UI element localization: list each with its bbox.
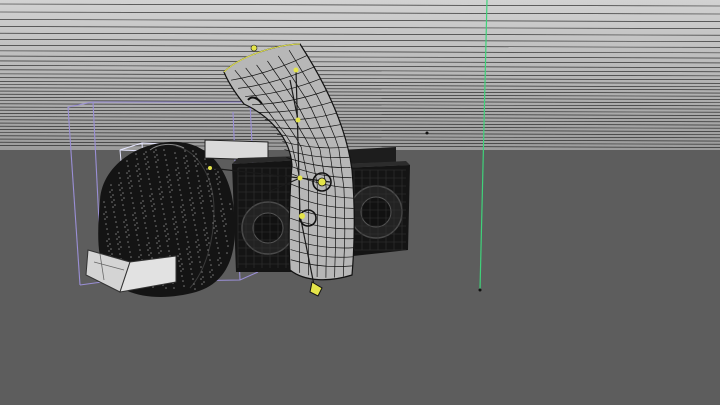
3d-viewport[interactable]	[0, 0, 720, 405]
axis-origin-marker	[478, 288, 482, 292]
scene-pivot-marker	[425, 131, 429, 135]
